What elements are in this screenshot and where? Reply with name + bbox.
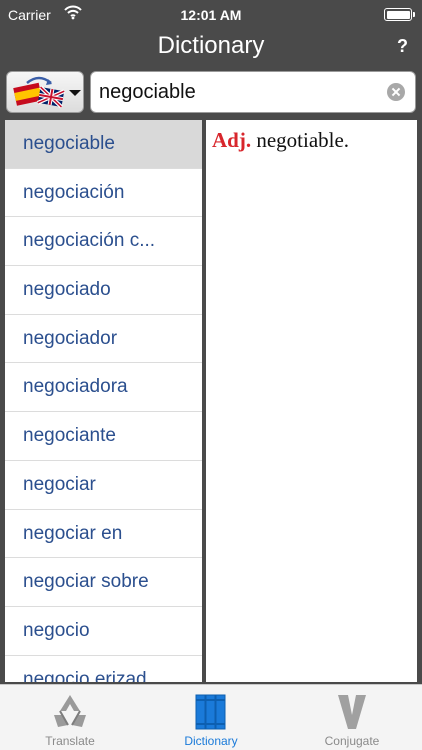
- tab-dictionary[interactable]: Dictionary: [141, 685, 281, 750]
- search-input[interactable]: [99, 72, 379, 112]
- word-list-item[interactable]: negociado: [5, 266, 202, 315]
- language-direction-button[interactable]: [6, 71, 84, 113]
- search-field[interactable]: [90, 71, 416, 113]
- help-button[interactable]: ?: [397, 36, 408, 57]
- status-bar: Carrier 12:01 AM: [0, 0, 422, 30]
- word-list-item[interactable]: negocio: [5, 607, 202, 656]
- word-list-item[interactable]: negociación c...: [5, 217, 202, 267]
- definition-text: negotiable.: [251, 128, 350, 152]
- tab-conjugate[interactable]: Conjugate: [282, 685, 422, 750]
- tab-translate[interactable]: Translate: [0, 685, 140, 750]
- tab-conjugate-label: Conjugate: [324, 734, 380, 748]
- definition-pane: Adj. negotiable.: [206, 120, 417, 682]
- word-list-item[interactable]: negociante: [5, 412, 202, 461]
- word-list-item[interactable]: negociar sobre: [5, 558, 202, 607]
- battery-icon: [384, 8, 415, 21]
- word-list-item[interactable]: negociación: [5, 169, 202, 218]
- word-list-item[interactable]: negociadora: [5, 363, 202, 413]
- clock-time: 12:01 AM: [180, 7, 242, 23]
- books-icon: [195, 694, 226, 730]
- word-list-item[interactable]: negocio erizad: [5, 656, 202, 682]
- word-list-item[interactable]: negociador: [5, 315, 202, 364]
- clear-icon[interactable]: [387, 83, 405, 101]
- page-title: Dictionary: [157, 32, 265, 59]
- v-letter-icon: [338, 695, 366, 729]
- navigation-bar: Dictionary ?: [0, 30, 422, 64]
- word-list-item[interactable]: negociar en: [5, 510, 202, 559]
- flags-icon: [13, 76, 66, 109]
- tab-translate-label: Translate: [45, 734, 95, 748]
- tab-bar: Translate Dictionary Conjugate: [0, 684, 422, 750]
- word-list-item[interactable]: negociable: [5, 120, 202, 169]
- chevron-down-icon: [69, 90, 81, 96]
- word-list-item[interactable]: negociar: [5, 461, 202, 510]
- recycle-icon: [54, 695, 86, 727]
- part-of-speech: Adj.: [212, 128, 252, 152]
- word-list[interactable]: negociable negociación negociación c... neg…: [5, 120, 202, 682]
- tab-dictionary-label: Dictionary: [184, 734, 238, 748]
- search-bar: [0, 64, 422, 120]
